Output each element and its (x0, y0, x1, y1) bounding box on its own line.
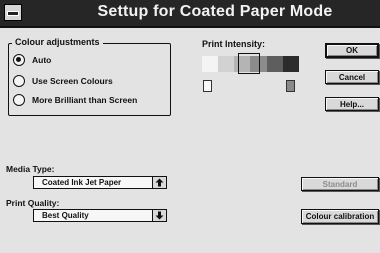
standard-button[interactable]: Standard (301, 177, 379, 191)
colour-adjustments-label: Colour adjustments (12, 37, 103, 47)
intensity-swatch-1[interactable] (202, 56, 218, 72)
intensity-selection-frame (238, 53, 260, 74)
print-quality-value: Best Quality (42, 211, 89, 220)
intensity-swatch-6[interactable] (283, 56, 299, 72)
arrow-up-icon[interactable] (152, 177, 166, 188)
radio-more-brilliant[interactable]: More Brilliant than Screen (13, 92, 137, 108)
dark-page-icon (286, 80, 295, 92)
media-type-label: Media Type: (6, 164, 55, 174)
radio-button-auto[interactable] (13, 54, 25, 66)
radio-label-use-screen-colours: Use Screen Colours (32, 76, 113, 86)
ok-button[interactable]: OK (325, 43, 379, 58)
radio-label-more-brilliant: More Brilliant than Screen (32, 95, 138, 105)
help-button[interactable]: Help... (325, 97, 379, 111)
colour-calibration-button[interactable]: Colour calibration (301, 209, 379, 224)
print-setup-dialog: Settup for Coated Paper Mode Colour adju… (0, 0, 380, 253)
intensity-swatch-5[interactable] (267, 56, 283, 72)
radio-auto[interactable]: Auto (13, 52, 51, 68)
media-type-value: Coated Ink Jet Paper (42, 178, 122, 187)
radio-use-screen-colours[interactable]: Use Screen Colours (13, 73, 113, 89)
print-quality-select[interactable]: Best Quality (33, 209, 167, 222)
title-bar: Settup for Coated Paper Mode (0, 0, 380, 28)
intensity-swatch-2[interactable] (218, 56, 234, 72)
media-type-select[interactable]: Coated Ink Jet Paper (33, 176, 167, 189)
print-intensity-label: Print Intensity: (202, 39, 266, 49)
arrow-down-icon[interactable] (152, 210, 166, 221)
light-page-icon (203, 80, 212, 92)
dialog-title: Settup for Coated Paper Mode (97, 3, 333, 20)
system-menu-icon[interactable] (4, 4, 22, 21)
cancel-button[interactable]: Cancel (325, 70, 379, 84)
print-quality-label: Print Quality: (6, 198, 60, 208)
radio-button-more-brilliant[interactable] (13, 94, 25, 106)
radio-label-auto: Auto (32, 55, 52, 65)
radio-button-use-screen-colours[interactable] (13, 75, 25, 87)
